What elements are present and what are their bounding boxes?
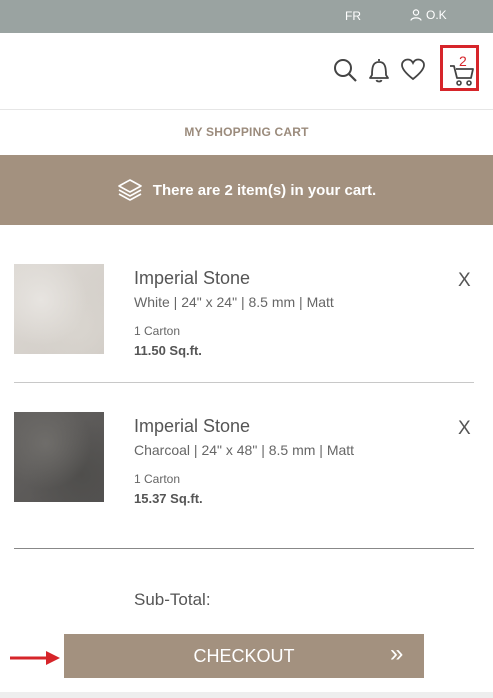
double-chevron-icon: » bbox=[390, 640, 404, 667]
cart-summary-banner: There are 2 item(s) in your cart. bbox=[0, 155, 493, 225]
page-title: MY SHOPPING CART bbox=[184, 125, 309, 139]
cart-button[interactable]: 2 bbox=[440, 45, 479, 91]
summary-divider bbox=[14, 548, 474, 549]
user-name: O.K bbox=[426, 8, 447, 22]
product-quantity: 1 Carton bbox=[134, 324, 181, 338]
remove-item-button[interactable]: X bbox=[458, 418, 471, 440]
product-spec: Charcoal | 24" x 48" | 8.5 mm | Matt bbox=[134, 442, 355, 458]
product-thumbnail[interactable] bbox=[14, 264, 104, 354]
cart-icon bbox=[450, 65, 474, 86]
heart-icon[interactable] bbox=[398, 55, 428, 85]
footer-edge bbox=[0, 692, 493, 698]
top-utility-bar: FR O.K bbox=[0, 0, 493, 33]
remove-item-button[interactable]: X bbox=[458, 270, 471, 292]
bell-icon[interactable] bbox=[364, 55, 394, 85]
header: 2 bbox=[0, 33, 493, 110]
product-name[interactable]: Imperial Stone bbox=[134, 268, 250, 289]
language-switch[interactable]: FR bbox=[345, 9, 361, 23]
user-icon bbox=[410, 9, 422, 21]
subtotal-label: Sub-Total: bbox=[134, 590, 211, 609]
user-account-link[interactable]: O.K bbox=[410, 8, 447, 22]
cart-item: Imperial Stone Charcoal | 24" x 48" | 8.… bbox=[0, 388, 493, 528]
product-quantity: 1 Carton bbox=[134, 472, 181, 486]
banner-text: There are 2 item(s) in your cart. bbox=[152, 181, 377, 199]
item-divider bbox=[14, 382, 474, 383]
checkout-button[interactable]: CHECKOUT » bbox=[64, 634, 424, 678]
product-spec: White | 24" x 24" | 8.5 mm | Matt bbox=[134, 294, 334, 310]
layers-icon bbox=[117, 179, 142, 201]
checkout-label: CHECKOUT bbox=[193, 646, 295, 666]
cart-item: Imperial Stone White | 24" x 24" | 8.5 m… bbox=[0, 240, 493, 380]
product-thumbnail[interactable] bbox=[14, 412, 104, 502]
arrow-icon bbox=[10, 651, 60, 665]
product-area: 15.37 Sq.ft. bbox=[134, 491, 203, 506]
product-name[interactable]: Imperial Stone bbox=[134, 416, 250, 437]
search-icon[interactable] bbox=[330, 55, 360, 85]
product-area: 11.50 Sq.ft. bbox=[134, 343, 202, 358]
